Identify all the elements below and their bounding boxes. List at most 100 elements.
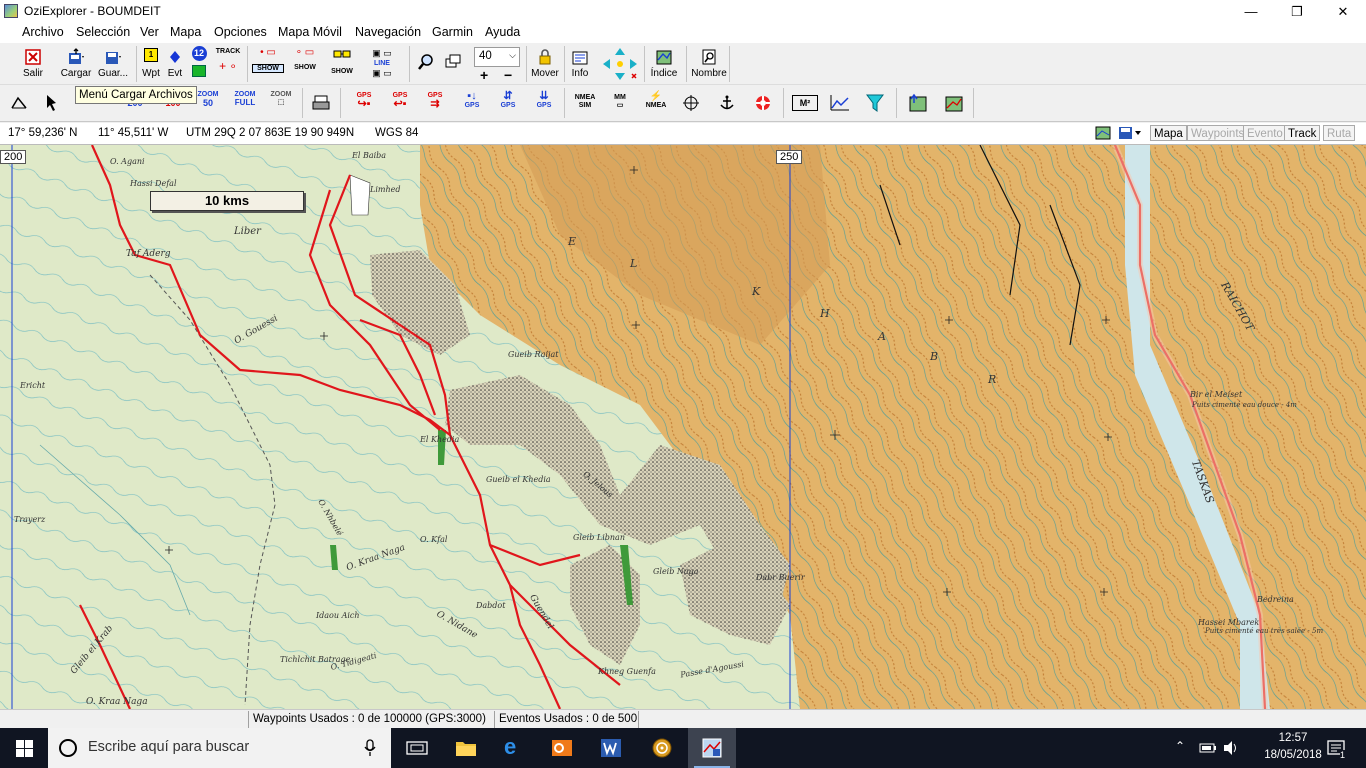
map-letter: A [878,330,886,343]
nombre-button[interactable]: Nombre [690,48,728,79]
lifebuoy-icon[interactable] [754,94,772,112]
show-waypoints-button[interactable]: ∘ ▭ SHOW [289,48,321,72]
clock-time[interactable]: 12:57 [1262,732,1324,744]
printer-icon[interactable] [312,94,330,112]
tab-waypoints[interactable]: Waypoints [1187,125,1249,141]
menu-archivo[interactable]: Archivo [22,25,64,39]
gps-upload-button[interactable]: GPS ↪▪ [350,92,378,110]
cargar-button[interactable]: Cargar [60,48,92,79]
gps-download-button[interactable]: GPS ↩▪ [386,92,414,110]
nmea-sim-button[interactable]: NMEA SIM [570,94,600,110]
tab-ruta[interactable]: Ruta [1323,125,1356,141]
funnel-icon[interactable] [866,93,884,113]
anchor-icon[interactable] [718,94,736,112]
oziexplorer-taskbar-button[interactable] [688,728,736,768]
ozi-app-icon [4,4,18,18]
zoom-out-icon[interactable]: − [504,67,512,83]
latitude-readout: 17° 59,236' N [8,127,78,139]
event-button[interactable]: Evt [164,48,186,79]
exit-icon [25,49,41,65]
clock-date[interactable]: 18/05/2018 [1262,749,1324,761]
pointer-icon[interactable] [44,93,62,113]
map-export-icon[interactable] [944,93,964,113]
area-button[interactable]: M² [792,95,818,111]
info-icon [572,51,588,65]
menu-opciones[interactable]: Opciones [214,25,267,39]
zoom-select[interactable]: 40 ⌵ [474,47,520,67]
task-view-button[interactable] [393,728,441,768]
windows-logo-icon [16,740,33,757]
place-label: Bedreina [1257,595,1294,604]
track-button[interactable]: TRACK + ∘ [213,48,243,72]
map-thumbnail-icon[interactable] [1095,126,1111,140]
outlook-button[interactable] [538,728,586,768]
find-button[interactable] [414,53,438,71]
gps-waypoint-button[interactable]: ▪↓ GPS [458,91,486,110]
track-dots-icon: • ▭ [260,47,276,58]
place-label: Bir el Meiset [1190,390,1243,399]
line-button[interactable]: ▣ ▭ LINE ▣ ▭ [360,46,404,79]
edge-button[interactable]: e [490,728,538,768]
profile-chart-icon[interactable] [830,94,850,112]
mover-button[interactable]: Mover [528,48,562,79]
place-label: Taf Aderg [126,249,171,259]
menu-seleccion[interactable]: Selección [76,25,130,39]
start-button[interactable] [0,728,48,768]
measure-icon[interactable] [10,94,28,112]
lock-icon [539,49,551,65]
nmea-button[interactable]: ⚡ NMEA [642,92,670,110]
minimize-button[interactable]: — [1228,0,1274,23]
gps-event-button[interactable]: ⇊ GPS [530,91,558,110]
place-label: O. Kraa Naga [345,542,407,574]
zoom-full-button[interactable]: ZOOM FULL [229,91,261,108]
maximize-button[interactable]: ❐ [1274,0,1320,23]
zoom-select-button[interactable]: ZOOM ⬚ [266,91,296,107]
track-label: TRACK [215,48,241,55]
menu-garmin[interactable]: Garmin [432,25,473,39]
zoom-50-button[interactable]: ZOOM 50 [193,91,223,109]
save-dropdown-icon[interactable] [1118,126,1144,140]
place-label: Dabdot [476,601,506,610]
menu-mapa[interactable]: Mapa [170,25,201,39]
search-box[interactable]: Escribe aquí para buscar [48,728,391,768]
file-explorer-button[interactable] [442,728,490,768]
guardar-button[interactable]: Guar... [98,48,128,79]
place-label: Trayerz [14,515,46,524]
chevron-up-icon[interactable]: ⌃ [1175,739,1185,753]
place-label: O. Gouessi [232,313,280,347]
pan-arrows-button[interactable] [600,47,640,84]
word-button[interactable] [587,728,635,768]
place-label: Liber [234,226,261,237]
count-button[interactable]: 12 [189,46,209,77]
tab-track[interactable]: Track [1284,125,1321,141]
close-button[interactable]: ✕ [1320,0,1366,23]
show-route-button[interactable]: SHOW [329,48,355,75]
menu-navegacion[interactable]: Navegación [355,25,421,39]
indice-button[interactable]: Índice [648,48,680,79]
battery-icon[interactable] [1199,741,1217,755]
salir-button[interactable]: Salir [20,48,46,79]
chevron-down-icon: ⌵ [509,50,516,60]
app-compass-button[interactable] [638,728,686,768]
map-canvas[interactable]: 10 kms 200 250 O. Agani Hassi Defal El B… [0,145,1366,709]
menu-ayuda[interactable]: Ayuda [485,25,520,39]
info-button[interactable]: Info [568,48,592,79]
count-badge-icon: 12 [191,46,207,61]
place-label: El Baiba [352,151,387,160]
show-track-button[interactable]: • ▭ SHOW [252,48,284,73]
zoom-in-icon[interactable]: + [480,67,488,83]
menu-ver[interactable]: Ver [140,25,159,39]
volume-icon[interactable] [1222,740,1240,756]
place-label: O. Jelous [581,469,615,500]
map-import-icon[interactable] [908,93,928,113]
gps-route-button[interactable]: GPS ⇉ [421,92,449,110]
waypoint-button[interactable]: 1 Wpt [140,48,162,79]
place-label: Ericht [20,381,46,390]
gps-track-button[interactable]: ⇵ GPS [494,91,522,110]
tab-mapa[interactable]: Mapa [1150,125,1187,141]
moving-map-button[interactable]: MM ▭ [606,94,634,110]
crosshair-icon[interactable] [682,94,700,112]
window-button[interactable] [441,53,465,71]
menu-mapa-movil[interactable]: Mapa Móvil [278,25,342,39]
tab-evento[interactable]: Evento [1243,125,1287,141]
